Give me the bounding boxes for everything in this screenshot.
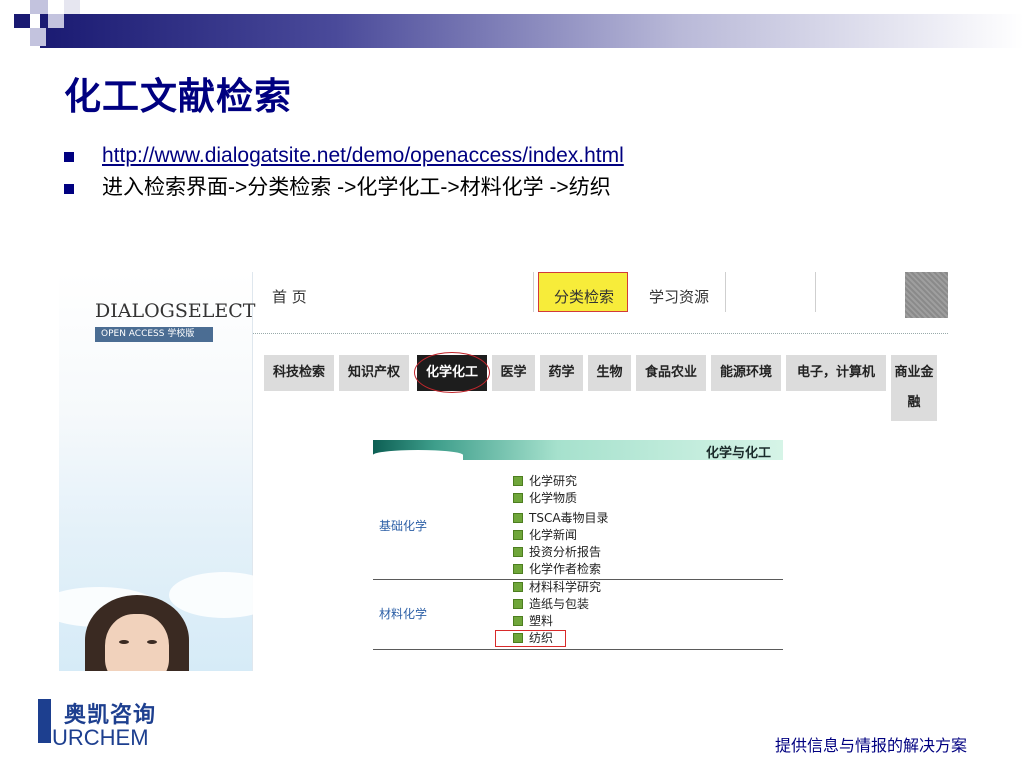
green-bullet-icon — [513, 599, 523, 609]
category-tab[interactable]: 药学 — [540, 355, 583, 391]
dialogselect-logo: DIALOGSELECT — [95, 300, 256, 322]
portrait-eye — [147, 640, 157, 644]
green-bullet-icon — [513, 582, 523, 592]
subcategory-link[interactable]: 化学作者检索 — [513, 561, 601, 578]
edition-label: OPEN ACCESS 学校版 — [95, 327, 213, 342]
dotted-divider — [253, 333, 948, 334]
green-bullet-icon — [513, 530, 523, 540]
green-bullet-icon — [513, 476, 523, 486]
nav-separator — [815, 272, 816, 312]
embedded-website-screenshot: DIALOGSELECT OPEN ACCESS 学校版 首 页 分类检索 学习… — [59, 272, 948, 671]
header-square-decoration — [14, 14, 30, 28]
square-bullet-icon — [64, 152, 74, 162]
portrait-face — [105, 614, 169, 671]
category-tab[interactable]: 医学 — [492, 355, 535, 391]
top-navigation: 首 页 分类检索 学习资源 — [253, 272, 948, 318]
nav-home[interactable]: 首 页 — [272, 286, 307, 307]
green-bullet-icon — [513, 564, 523, 574]
logo-bar-mark — [38, 699, 51, 743]
subcategory-link[interactable]: 造纸与包装 — [513, 596, 589, 613]
subcategory-link[interactable]: 投资分析报告 — [513, 544, 601, 561]
category-tab[interactable]: 商业金融 — [891, 355, 937, 421]
header-gradient-band — [40, 14, 1024, 48]
category-tab[interactable]: 科技检索 — [264, 355, 334, 391]
nav-pattern-block — [905, 272, 948, 318]
url-link[interactable]: http://www.dialogatsite.net/demo/openacc… — [102, 144, 624, 167]
left-brand-panel: DIALOGSELECT OPEN ACCESS 学校版 — [59, 272, 279, 671]
group-divider — [373, 649, 783, 650]
nav-learning-resources[interactable]: 学习资源 — [649, 286, 709, 307]
subcategory-link[interactable]: 材料科学研究 — [513, 579, 601, 596]
ourchem-logo: 奥凯咨询 URCHEM — [38, 697, 198, 753]
group-label-materials-chemistry[interactable]: 材料化学 — [379, 605, 427, 622]
bullet-list: http://www.dialogatsite.net/demo/openacc… — [64, 140, 624, 204]
category-tab[interactable]: 电子，计算机 — [786, 355, 886, 391]
section-title: 化学与化工 — [705, 446, 771, 461]
header-square-decoration — [14, 28, 30, 46]
green-bullet-icon — [513, 547, 523, 557]
nav-separator — [533, 272, 534, 312]
slide-title: 化工文献检索 — [64, 74, 292, 118]
category-tab[interactable]: 生物 — [588, 355, 631, 391]
bullet-item: 进入检索界面->分类检索 ->化学化工->材料化学 ->纺织 — [64, 172, 624, 204]
nav-separator — [725, 272, 726, 312]
green-bullet-icon — [513, 616, 523, 626]
category-tab[interactable]: 食品农业 — [636, 355, 706, 391]
footer-tagline: 提供信息与情报的解决方案 — [775, 736, 968, 755]
green-bullet-icon — [513, 513, 523, 523]
cloud-decoration — [169, 572, 279, 618]
logo-english-name: URCHEM — [52, 725, 149, 750]
header-square-decoration — [30, 28, 46, 46]
active-category-circle — [414, 352, 490, 393]
subcategory-link[interactable]: 塑料 — [513, 613, 553, 630]
subcategory-link[interactable]: TSCA毒物目录 — [513, 510, 609, 527]
subcategory-link[interactable]: 化学研究 — [513, 473, 577, 490]
subcategory-link[interactable]: 化学物质 — [513, 490, 577, 507]
square-bullet-icon — [64, 184, 74, 194]
group-label-basic-chemistry[interactable]: 基础化学 — [379, 517, 427, 534]
category-tab[interactable]: 知识产权 — [339, 355, 409, 391]
textile-highlight-box — [495, 630, 566, 647]
header-swoosh-decoration — [373, 450, 463, 460]
nav-category-search[interactable]: 分类检索 — [554, 286, 614, 307]
section-header: 化学与化工 — [373, 440, 783, 461]
bullet-item: http://www.dialogatsite.net/demo/openacc… — [64, 140, 624, 172]
category-tab[interactable]: 能源环境 — [711, 355, 781, 391]
header-square-decoration — [64, 0, 80, 14]
header-square-decoration — [30, 0, 48, 14]
navigation-path-text: 进入检索界面->分类检索 ->化学化工->材料化学 ->纺织 — [102, 176, 611, 199]
subcategory-link[interactable]: 化学新闻 — [513, 527, 577, 544]
green-bullet-icon — [513, 493, 523, 503]
portrait-eye — [119, 640, 129, 644]
header-square-decoration — [48, 14, 64, 28]
